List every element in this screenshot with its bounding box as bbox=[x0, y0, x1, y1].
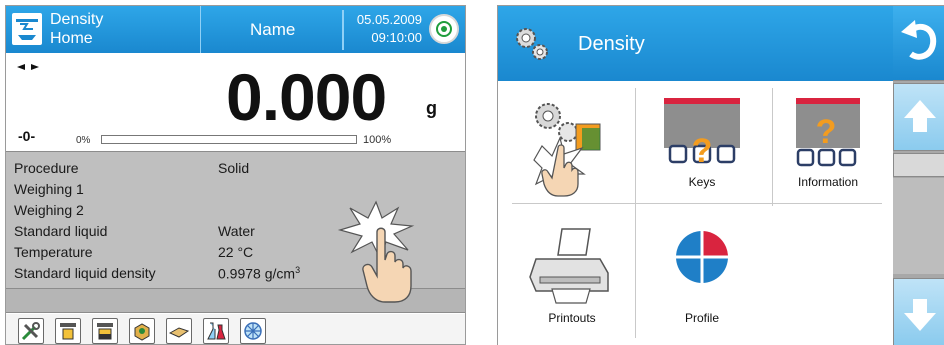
svg-text:?: ? bbox=[692, 132, 713, 170]
sample-box-icon[interactable] bbox=[129, 318, 155, 344]
tile-label: Keys bbox=[688, 175, 716, 189]
tile-printouts[interactable]: Printouts bbox=[512, 211, 632, 336]
tools-icon[interactable] bbox=[18, 318, 44, 344]
menu-title: Density bbox=[578, 33, 645, 55]
menu-header-bar: Density bbox=[498, 6, 893, 81]
tile-settings[interactable] bbox=[512, 88, 632, 200]
scrollbar-thumb[interactable] bbox=[893, 153, 944, 177]
back-button[interactable] bbox=[893, 6, 944, 81]
info-row: Weighing 1 bbox=[14, 181, 454, 201]
info-label: Standard liquid density bbox=[14, 265, 156, 281]
header-bar: Density Home Name 05.05.2009 09:10:00 bbox=[6, 6, 465, 53]
tile-label: Information bbox=[797, 175, 859, 189]
mass-value: 0.000 bbox=[226, 60, 387, 134]
settings-menu-screen: Density ? Keys ? Information Printouts P… bbox=[497, 5, 944, 345]
info-label: Temperature bbox=[14, 244, 93, 260]
screenshot-root: Density Home Name 05.05.2009 09:10:00 -0… bbox=[0, 0, 944, 345]
scroll-up-button[interactable] bbox=[893, 83, 944, 151]
profile-icon bbox=[674, 229, 730, 285]
scroll-down-button[interactable] bbox=[893, 278, 944, 345]
back-icon bbox=[901, 20, 937, 60]
screen-subtitle: Home bbox=[50, 30, 93, 47]
info-value: Solid bbox=[218, 160, 250, 176]
solid-body-icon[interactable] bbox=[166, 318, 192, 344]
info-label: Weighing 1 bbox=[14, 181, 84, 197]
date-label: 05.05.2009 bbox=[356, 12, 422, 27]
header-divider bbox=[200, 6, 201, 53]
time-label: 09:10:00 bbox=[371, 30, 422, 45]
density-unit-exponent: 3 bbox=[295, 265, 301, 275]
scroll-up-icon bbox=[904, 100, 936, 132]
info-label: Procedure bbox=[14, 160, 79, 176]
tile-profile[interactable]: Profile bbox=[648, 211, 768, 336]
tile-information[interactable]: ? Information bbox=[780, 88, 900, 200]
weighing-display: -0- 0.000 g 0% 100% bbox=[6, 53, 465, 151]
user-name[interactable]: Name bbox=[250, 20, 295, 40]
info-value: 0.9978 g/cm3 bbox=[218, 265, 300, 282]
toolbar bbox=[6, 314, 465, 344]
settings-gears-icon bbox=[533, 103, 601, 197]
weighing-screen: Density Home Name 05.05.2009 09:10:00 -0… bbox=[5, 5, 466, 345]
tile-label: Profile bbox=[684, 311, 719, 325]
tile-label: Printouts bbox=[548, 311, 596, 325]
stirrer-icon[interactable] bbox=[240, 318, 266, 344]
app-title: Density bbox=[50, 11, 104, 28]
density-value: 0.9978 g/cm bbox=[218, 265, 296, 282]
settings-gears-icon bbox=[516, 28, 548, 60]
grid-divider bbox=[635, 88, 636, 338]
zero-indicator: -0- bbox=[18, 128, 36, 144]
info-label: Standard liquid bbox=[14, 223, 108, 239]
stability-marker bbox=[17, 64, 39, 70]
scroll-down-icon bbox=[904, 299, 936, 331]
printer-icon bbox=[529, 228, 609, 304]
balance-pan-icon[interactable] bbox=[12, 13, 42, 45]
info-row: Procedure Solid bbox=[14, 160, 454, 180]
level-ok-icon[interactable] bbox=[429, 14, 459, 44]
weigh-in-air-icon[interactable] bbox=[55, 318, 81, 344]
bargraph-max-label: 100% bbox=[363, 134, 392, 146]
scrollbar-track[interactable] bbox=[893, 178, 944, 274]
info-value: 22 °C bbox=[218, 244, 254, 260]
date-time-box: 05.05.2009 09:10:00 bbox=[342, 10, 424, 50]
side-button-column bbox=[893, 6, 944, 345]
info-label: Weighing 2 bbox=[14, 202, 84, 218]
bargraph-min-label: 0% bbox=[76, 135, 91, 146]
mass-unit[interactable]: g bbox=[426, 98, 437, 119]
load-bargraph bbox=[101, 135, 357, 144]
svg-text:?: ? bbox=[816, 113, 837, 151]
weigh-in-liquid-icon[interactable] bbox=[92, 318, 118, 344]
tile-keys[interactable]: ? Keys bbox=[648, 88, 768, 200]
grid-divider bbox=[512, 203, 882, 204]
beakers-icon[interactable] bbox=[203, 318, 229, 344]
info-value: Water bbox=[218, 223, 255, 239]
pointing-hand-icon bbox=[362, 227, 412, 303]
